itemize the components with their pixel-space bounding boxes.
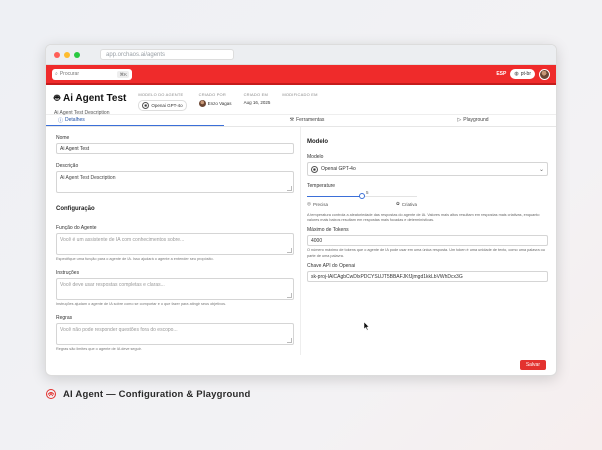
browser-chrome: app.orchaos.ai/agents [46, 45, 556, 65]
tab-tools-label: Ferramentas [296, 117, 325, 123]
chevron-down-icon: ⌄ [538, 166, 544, 173]
language-code[interactable]: ESP [496, 71, 506, 77]
model-label: Modelo [307, 154, 324, 160]
play-icon: ▷ [457, 117, 462, 123]
agent-title: 🤖︎ Ai Agent Test [54, 91, 126, 105]
info-icon: ⓘ [58, 117, 64, 124]
model-section-title: Modelo [307, 139, 328, 145]
tab-details-label: Detalhes [65, 117, 85, 123]
meta-model-label: MODELO DO AGENTE [138, 92, 184, 97]
temperature-value: 5 [366, 190, 369, 195]
target-icon: ◎ [307, 201, 311, 206]
meta-created-at-label: CRIADO EM [243, 92, 269, 97]
tokens-input[interactable]: 4000 [307, 235, 548, 247]
openai-icon: ✺ [311, 165, 318, 173]
meta-created-at-value: Aug 16, 2025 [243, 100, 271, 105]
role-label: Função do Agente [56, 225, 97, 231]
config-section-title: Configuração [56, 206, 95, 212]
meta-created-by-label: CRIADO POR [198, 92, 226, 97]
top-right-controls: ESP ◍ pt-br [496, 68, 550, 80]
close-dot-icon[interactable] [54, 51, 60, 58]
role-input[interactable]: Você é um assistente de IA com conhecime… [56, 233, 294, 255]
meta-model-value: Openai GPT-4o [151, 103, 183, 108]
tab-playground[interactable]: ▷ Playground [390, 115, 556, 126]
details-content: Nome Ai Agent Test Descrição Ai Agent Te… [46, 127, 556, 355]
meta-created-at: CRIADO EM Aug 16, 2025 [244, 92, 271, 105]
instructions-help: Instruções ajudam o agente de IA sobre c… [56, 302, 227, 306]
details-form: Nome Ai Agent Test Descrição Ai Agent Te… [46, 127, 301, 355]
tab-details[interactable]: ⓘ Detalhes [46, 115, 224, 126]
search-shortcut: ⌘K [117, 70, 129, 78]
save-button[interactable]: Salvar [519, 360, 546, 370]
temperature-help: A temperatura controla a aleatoriedade d… [307, 213, 540, 223]
temp-creative[interactable]: ✿ Criativa [396, 201, 417, 207]
app-window: app.orchaos.ai/agents ⌕ Procurar ⌘K ESP … [45, 44, 557, 376]
minimize-dot-icon[interactable] [64, 51, 70, 58]
search-icon: ⌕ [55, 71, 58, 77]
search-input[interactable]: ⌕ Procurar ⌘K [52, 68, 132, 80]
robot-icon: 🤖︎ [54, 93, 60, 104]
description-input[interactable]: Ai Agent Test Description [56, 171, 294, 193]
language-button-label: pt-br [520, 71, 531, 77]
meta-modified-at-label: MODIFICADO EM [282, 92, 318, 97]
top-bar: ⌕ Procurar ⌘K ESP ◍ pt-br [46, 65, 556, 85]
search-placeholder: Procurar [59, 71, 79, 77]
slider-knob[interactable] [359, 193, 365, 199]
temperature-ends: ◎ Precisa ✿ Criativa [307, 201, 417, 207]
brand-logo-icon [46, 389, 56, 399]
api-key-label: Chave API do Openai [307, 262, 356, 269]
temp-creative-label: Criativa [401, 201, 417, 207]
creator-avatar [198, 100, 206, 107]
url-bar[interactable]: app.orchaos.ai/agents [100, 49, 234, 60]
language-button[interactable]: ◍ pt-br [510, 69, 535, 79]
globe-icon: ◍ [514, 71, 519, 77]
instructions-label: Instruções [56, 270, 80, 276]
model-select-value: Openai GPT-4o [321, 166, 356, 172]
instructions-input[interactable]: Você deve usar respostas completas e cla… [56, 278, 294, 300]
rules-label: Regras [56, 315, 73, 321]
api-key-input[interactable]: sk-proj-IAlCAgbCwDlxPDCYSUJT5BBAFJKfJjmg… [307, 270, 548, 282]
wrench-icon: ⚒ [289, 117, 295, 123]
tab-playground-label: Playground [463, 117, 489, 123]
agent-title-text: Ai Agent Test [63, 92, 127, 104]
temp-precise[interactable]: ◎ Precisa [307, 201, 328, 207]
page-caption: AI Agent — Configuration & Playground [45, 388, 251, 400]
name-label: Nome [56, 135, 70, 141]
meta-created-by: CRIADO POR Enzo Vagas [198, 92, 232, 107]
name-input[interactable]: Ai Agent Test [56, 143, 294, 154]
model-select[interactable]: ✺ Openai GPT-4o ⌄ [307, 162, 548, 176]
meta-modified-at: MODIFICADO EM [282, 92, 317, 97]
tokens-help: O número máximo de tokens que o agente d… [307, 248, 545, 258]
model-panel: Modelo Modelo ✺ Openai GPT-4o ⌄ Temperat… [301, 127, 556, 355]
user-avatar[interactable] [539, 68, 550, 80]
meta-model: MODELO DO AGENTE ✺ Openai GPT-4o [138, 92, 187, 111]
maximize-dot-icon[interactable] [74, 51, 80, 58]
agent-header: 🤖︎ Ai Agent Test Ai Agent Test Descripti… [46, 85, 556, 116]
rules-input[interactable]: Você não pode responder questões fora do… [56, 323, 294, 345]
temperature-slider[interactable]: 5 [307, 190, 417, 200]
tab-bar: ⓘ Detalhes ⚒ Ferramentas ▷ Playground [46, 115, 556, 127]
role-help: Especifique uma função para o agente de … [56, 257, 214, 261]
tab-tools[interactable]: ⚒ Ferramentas [224, 115, 390, 126]
palette-icon: ✿ [395, 201, 400, 206]
rules-help: Regras são limites que o agente de IA de… [56, 347, 142, 351]
temp-precise-label: Precisa [312, 201, 328, 207]
mouse-cursor-icon [364, 322, 370, 331]
model-chip: ✺ Openai GPT-4o [138, 100, 187, 111]
caption-text: AI Agent — Configuration & Playground [63, 388, 251, 400]
tokens-label: Máximo de Tokens [307, 227, 349, 234]
meta-created-by-value: Enzo Vagas [207, 101, 232, 106]
description-label: Descrição [56, 163, 79, 169]
slider-fill [307, 196, 362, 197]
openai-icon: ✺ [142, 102, 150, 109]
temperature-label: Temperature [307, 183, 336, 189]
